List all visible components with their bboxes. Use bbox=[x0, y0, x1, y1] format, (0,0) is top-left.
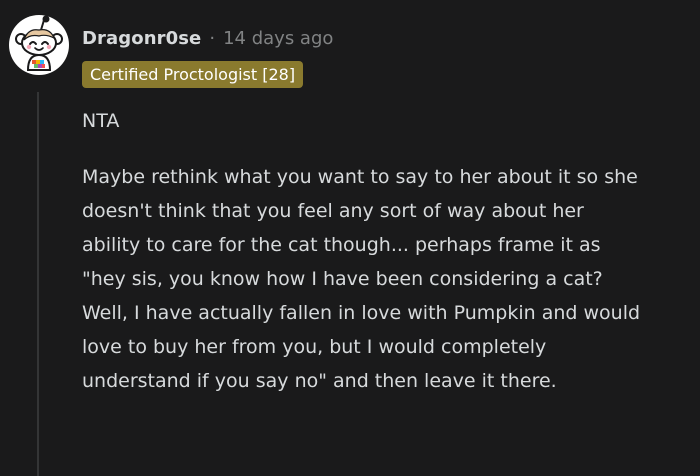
user-flair: Certified Proctologist [28] bbox=[82, 61, 304, 88]
username-link[interactable]: Dragonr0se bbox=[82, 27, 201, 51]
timestamp-link[interactable]: 14 days ago bbox=[223, 27, 333, 51]
comment-body: NTA Maybe rethink what you want to say t… bbox=[82, 104, 642, 398]
meta-separator: · bbox=[209, 28, 216, 49]
avatar[interactable] bbox=[8, 14, 70, 76]
comment-meta: Dragonr0se · 14 days ago bbox=[82, 26, 333, 52]
snoo-avatar-icon bbox=[9, 15, 69, 75]
comment: Dragonr0se · 14 days ago Certified Proct… bbox=[0, 0, 700, 476]
comment-verdict: NTA bbox=[82, 110, 120, 132]
comment-text: Maybe rethink what you want to say to he… bbox=[82, 166, 641, 392]
thread-collapse-line[interactable] bbox=[37, 92, 39, 476]
